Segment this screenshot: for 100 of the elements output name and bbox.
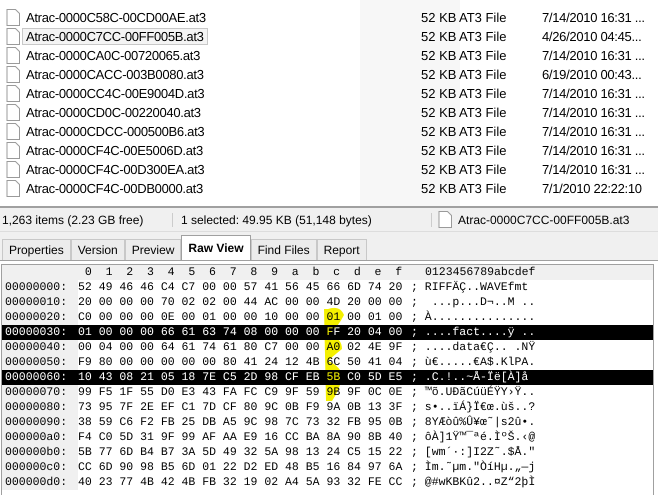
file-size: 52 KB bbox=[421, 143, 456, 158]
file-type: AT3 File bbox=[459, 10, 506, 25]
file-name[interactable]: Atrac-0000CDCC-000500B6.at3 bbox=[22, 123, 290, 140]
file-date: 7/14/2010 16:31 ... bbox=[542, 48, 645, 63]
hex-bytes: F4 C0 5D 31 9F 99 AF AA E9 16 CC BA 8A 90 8B 40 bbox=[78, 430, 404, 445]
file-date: 7/1/2010 22:22:10 bbox=[542, 181, 642, 196]
offset: 000000a0: bbox=[2, 430, 78, 445]
file-name[interactable]: Atrac-0000CF4C-00E5006D.at3 bbox=[22, 142, 290, 159]
file-date: 7/14/2010 16:31 ... bbox=[542, 86, 645, 101]
file-icon bbox=[6, 47, 20, 64]
file-name[interactable]: Atrac-0000CF4C-00DB0000.at3 bbox=[22, 180, 290, 197]
tab[interactable]: Find Files bbox=[250, 239, 317, 260]
file-name[interactable]: Atrac-0000CF4C-00D300EA.at3 bbox=[22, 161, 290, 178]
column-header: b bbox=[311, 265, 320, 280]
file-icon bbox=[6, 85, 20, 102]
file-date: 7/14/2010 16:31 ... bbox=[542, 10, 645, 25]
tab[interactable]: Properties bbox=[2, 239, 71, 260]
ascii-text: ; ...p...D¬..M .. bbox=[411, 295, 536, 310]
file-type: AT3 File bbox=[459, 86, 506, 101]
hex-row[interactable]: 00000000: 52 49 46 46 C4 C7 00 00 57 41 56 45 66 6D 74 20 ; RIFFÄÇ..WAVEfmt bbox=[2, 280, 653, 295]
hex-bytes: 38 59 C6 F2 FB 25 DB A5 9C 98 7C 73 32 FB 95 0B bbox=[78, 415, 404, 430]
ascii-text: ; 8YÆòû%Û¥œ˜|s2û•. bbox=[411, 415, 536, 430]
hex-bytes: 52 49 46 46 C4 C7 00 00 57 41 56 45 66 6D 74 20 bbox=[78, 280, 404, 295]
column-header: d bbox=[352, 265, 362, 280]
ascii-text: ; À............... bbox=[411, 310, 536, 325]
file-icon bbox=[6, 28, 20, 45]
ascii-text: ; ôÀ]1Ÿ™¯ªé.ÌºŠ.‹@ bbox=[411, 430, 536, 445]
offset: 00000080: bbox=[2, 400, 78, 415]
file-type: AT3 File bbox=[459, 143, 506, 158]
offset: 000000d0: bbox=[2, 475, 78, 490]
hex-row[interactable]: 00000040: 00 04 00 00 64 61 74 61 80 C7 00 00 A0 02 4E 9F ; ....data€Ç.. .NŸ bbox=[2, 340, 653, 355]
item-count: 1,263 items (2.23 GB free) bbox=[0, 212, 173, 226]
hex-row[interactable]: 00000080: 73 95 7F 2E EF C1 7D CF 80 9C 0B F9 9A 0B 13 3F ; s•..ïÁ}Ï€œ.ùš..? bbox=[2, 400, 653, 415]
file-type: AT3 File bbox=[459, 29, 506, 44]
file-type: AT3 File bbox=[459, 105, 506, 120]
tab[interactable]: Version bbox=[70, 239, 125, 260]
offset: 000000c0: bbox=[2, 460, 78, 475]
ascii-header: 0123456789abcdef bbox=[424, 265, 536, 280]
file-icon bbox=[438, 211, 452, 228]
file-icon bbox=[6, 180, 20, 197]
ascii-text: ; Ìm.˜µm."ÒíHµ.„—j bbox=[411, 460, 536, 475]
file-type: AT3 File bbox=[459, 181, 506, 196]
hex-bytes: 5B 77 6D B4 B7 3A 5D 49 32 5A 98 13 24 C5 15 22 bbox=[78, 445, 404, 460]
file-name[interactable]: Atrac-0000CD0C-00220040.at3 bbox=[22, 104, 290, 121]
tab[interactable]: Raw View bbox=[181, 235, 251, 260]
hex-row[interactable]: 00000010: 20 00 00 00 70 02 02 00 44 AC 00 00 4D 20 00 00 ; ...p...D¬..M .. bbox=[2, 295, 653, 310]
file-name[interactable]: Atrac-0000CA0C-00720065.at3 bbox=[22, 47, 290, 64]
offset: 00000020: bbox=[2, 310, 78, 325]
column-header: 7 bbox=[228, 265, 238, 280]
column-header: a bbox=[290, 265, 300, 280]
file-type: AT3 File bbox=[459, 48, 506, 63]
ascii-text: ; ù€.....€A$.KlPA. bbox=[411, 355, 536, 370]
ascii-text: ; ™õ.UÐãCúüÉŸY›Ÿ.. bbox=[411, 385, 536, 400]
column-header: 8 bbox=[249, 265, 258, 280]
hex-row[interactable]: 000000c0: CC 6D 90 98 B5 6D 01 22 D2 ED 48 B5 16 84 97 6A ; Ìm.˜µm."ÒíHµ.„—j bbox=[2, 460, 653, 475]
file-size: 52 KB bbox=[421, 181, 456, 196]
file-size: 52 KB bbox=[421, 86, 456, 101]
file-date: 6/19/2010 00:43... bbox=[542, 67, 642, 82]
column-header: 5 bbox=[187, 265, 196, 280]
hex-bytes: 01 00 00 00 66 61 63 74 08 00 00 00 FF 20 04 00 bbox=[78, 325, 404, 340]
file-size: 52 KB bbox=[421, 10, 456, 25]
file-name[interactable]: Atrac-0000C58C-00CD00AE.at3 bbox=[22, 9, 290, 26]
hex-bytes: CC 6D 90 98 B5 6D 01 22 D2 ED 48 B5 16 84 97 6A bbox=[78, 460, 404, 475]
file-icon bbox=[6, 104, 20, 121]
hex-row[interactable]: 000000b0: 5B 77 6D B4 B7 3A 5D 49 32 5A 98 13 24 C5 15 22 ; [wm´·:]I2Z˜.$Å." bbox=[2, 445, 653, 460]
column-header: e bbox=[374, 265, 382, 280]
hex-row[interactable]: 00000060: 10 43 08 21 05 18 7E C5 2D 98 CF EB 5B C0 5D E5 ; .C.!..~Å-Ïë[À]å bbox=[2, 370, 653, 385]
hex-row[interactable]: 000000a0: F4 C0 5D 31 9F 99 AF AA E9 16 CC BA 8A 90 8B 40 ; ôÀ]1Ÿ™¯ªé.ÌºŠ.‹@ bbox=[2, 430, 653, 445]
file-date: 4/26/2010 04:45... bbox=[542, 29, 642, 44]
ascii-text: ; RIFFÄÇ..WAVEfmt bbox=[411, 280, 528, 295]
offset: 00000070: bbox=[2, 385, 78, 400]
tab[interactable]: Report bbox=[316, 239, 367, 260]
hex-row[interactable]: 00000030: 01 00 00 00 66 61 63 74 08 00 00 00 FF 20 04 00 ; ....fact....ÿ .. bbox=[2, 325, 653, 340]
hex-bytes: 00 04 00 00 64 61 74 61 80 C7 00 00 A0 02 4E 9F bbox=[78, 340, 404, 355]
hex-row[interactable]: 000000d0: 40 23 77 4B 42 4B FB 32 19 02 A4 5A 93 32 FE CC ; @#wKBKû2..¤Z“2þÌ bbox=[2, 475, 653, 490]
file-icon bbox=[6, 142, 20, 159]
tab[interactable]: Preview bbox=[124, 239, 182, 260]
file-name[interactable]: Atrac-0000C7CC-00FF005B.at3 bbox=[22, 28, 208, 45]
ascii-text: ; [wm´·:]I2Z˜.$Å." bbox=[411, 445, 536, 460]
column-header: 2 bbox=[125, 265, 134, 280]
file-date: 7/14/2010 16:31 ... bbox=[542, 162, 645, 177]
file-date: 7/14/2010 16:31 ... bbox=[542, 105, 645, 120]
hex-bytes: 40 23 77 4B 42 4B FB 32 19 02 A4 5A 93 32 FE CC bbox=[78, 475, 404, 490]
hex-bytes: C0 00 00 00 0E 00 01 00 00 10 00 00 01 00 01 00 bbox=[78, 310, 404, 325]
offset: 00000010: bbox=[2, 295, 78, 310]
file-size: 52 KB bbox=[421, 124, 456, 139]
ascii-text: ; ....fact....ÿ .. bbox=[411, 325, 536, 340]
column-header: f bbox=[394, 265, 404, 280]
hex-row[interactable]: 00000020: C0 00 00 00 0E 00 01 00 00 10 00 00 01 00 01 00 ; À............... bbox=[2, 310, 653, 325]
file-name[interactable]: Atrac-0000CC4C-00E9004D.at3 bbox=[22, 85, 290, 102]
file-type: AT3 File bbox=[459, 124, 506, 139]
offset: 00000040: bbox=[2, 340, 78, 355]
file-icon bbox=[6, 123, 20, 140]
offset: 00000050: bbox=[2, 355, 78, 370]
file-name[interactable]: Atrac-0000CACC-003B0080.at3 bbox=[22, 66, 290, 83]
hex-row[interactable]: 00000090: 38 59 C6 F2 FB 25 DB A5 9C 98 7C 73 32 FB 95 0B ; 8YÆòû%Û¥œ˜|s2û•. bbox=[2, 415, 653, 430]
file-icon bbox=[6, 161, 20, 178]
offset: 00000090: bbox=[2, 415, 78, 430]
offset: 000000b0: bbox=[2, 445, 78, 460]
column-header: 4 bbox=[166, 265, 176, 280]
